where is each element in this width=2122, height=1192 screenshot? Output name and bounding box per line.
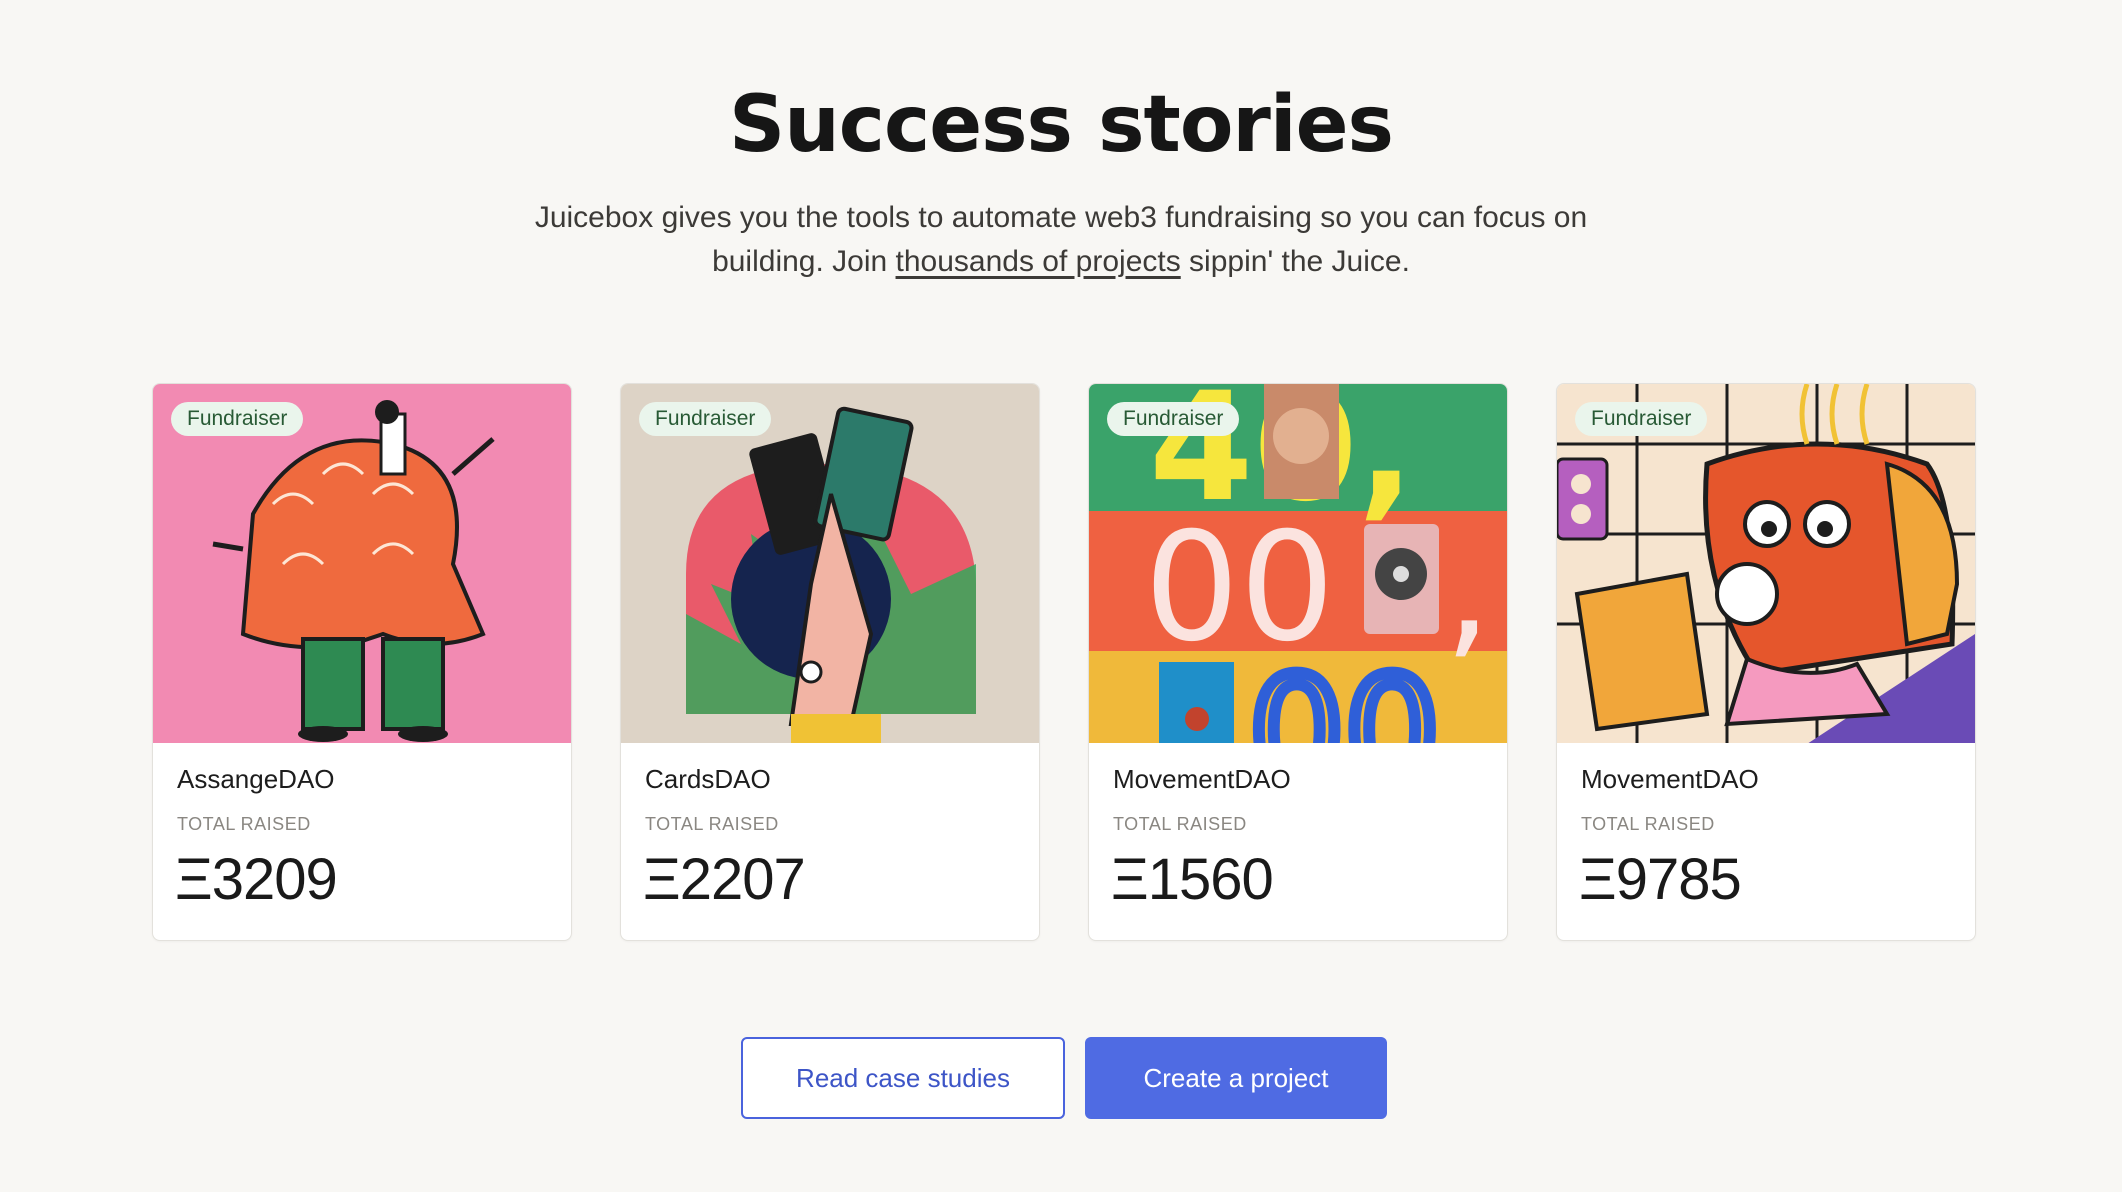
fundraiser-badge: Fundraiser bbox=[1575, 402, 1708, 436]
project-cards: Fundraiser AssangeDAO TOTAL RAISED Ξ3209 bbox=[152, 383, 1976, 941]
project-card[interactable]: Fundraiser AssangeDAO TOTAL RAISED Ξ3209 bbox=[152, 383, 572, 941]
total-raised-label: TOTAL RAISED bbox=[177, 814, 311, 834]
project-artwork bbox=[621, 384, 1039, 743]
success-stories-section: Success stories Juicebox gives you the t… bbox=[0, 0, 2122, 1192]
section-title: Success stories bbox=[729, 80, 1394, 170]
collage-text-comma: , bbox=[1444, 501, 1492, 675]
fundraiser-badge: Fundraiser bbox=[1107, 402, 1240, 436]
create-project-button[interactable]: Create a project bbox=[1085, 1037, 1387, 1119]
total-raised-label: TOTAL RAISED bbox=[1113, 814, 1247, 834]
section-subtitle: Juicebox gives you the tools to automate… bbox=[480, 196, 1642, 284]
project-artwork bbox=[153, 384, 571, 743]
total-raised-amount: Ξ3209 bbox=[175, 847, 338, 912]
project-artwork bbox=[1557, 384, 1975, 743]
total-raised-label: TOTAL RAISED bbox=[1581, 814, 1715, 834]
project-card[interactable]: Fundraiser CardsDAO TOTAL RAISED Ξ2207 bbox=[620, 383, 1040, 941]
illustration-400000-collage: 40, 00 , 00 bbox=[1089, 384, 1507, 743]
read-case-studies-button[interactable]: Read case studies bbox=[741, 1037, 1065, 1119]
project-name: CardsDAO bbox=[645, 764, 771, 794]
fundraiser-badge: Fundraiser bbox=[639, 402, 772, 436]
project-artwork: 40, 00 , 00 bbox=[1089, 384, 1507, 743]
total-raised-amount: Ξ2207 bbox=[643, 847, 806, 912]
illustration-hand-cards bbox=[621, 384, 1039, 743]
project-name: AssangeDAO bbox=[177, 764, 335, 794]
illustration-person-coat bbox=[153, 384, 571, 743]
fundraiser-badge: Fundraiser bbox=[171, 402, 304, 436]
thousands-of-projects-link[interactable]: thousands of projects bbox=[896, 245, 1181, 278]
total-raised-amount: Ξ1560 bbox=[1111, 847, 1274, 912]
project-name: MovementDAO bbox=[1113, 764, 1291, 794]
project-name: MovementDAO bbox=[1581, 764, 1759, 794]
illustration-toaster-character bbox=[1557, 384, 1975, 743]
project-card[interactable]: 40, 00 , 00 Fundraiser MovementDAO TOTAL… bbox=[1088, 383, 1508, 941]
project-card[interactable]: Fundraiser MovementDAO TOTAL RAISED Ξ978… bbox=[1556, 383, 1976, 941]
total-raised-label: TOTAL RAISED bbox=[645, 814, 779, 834]
total-raised-amount: Ξ9785 bbox=[1579, 847, 1742, 912]
subtitle-text-end: sippin' the Juice. bbox=[1180, 245, 1410, 278]
collage-text-row3: 00 bbox=[1249, 646, 1440, 743]
